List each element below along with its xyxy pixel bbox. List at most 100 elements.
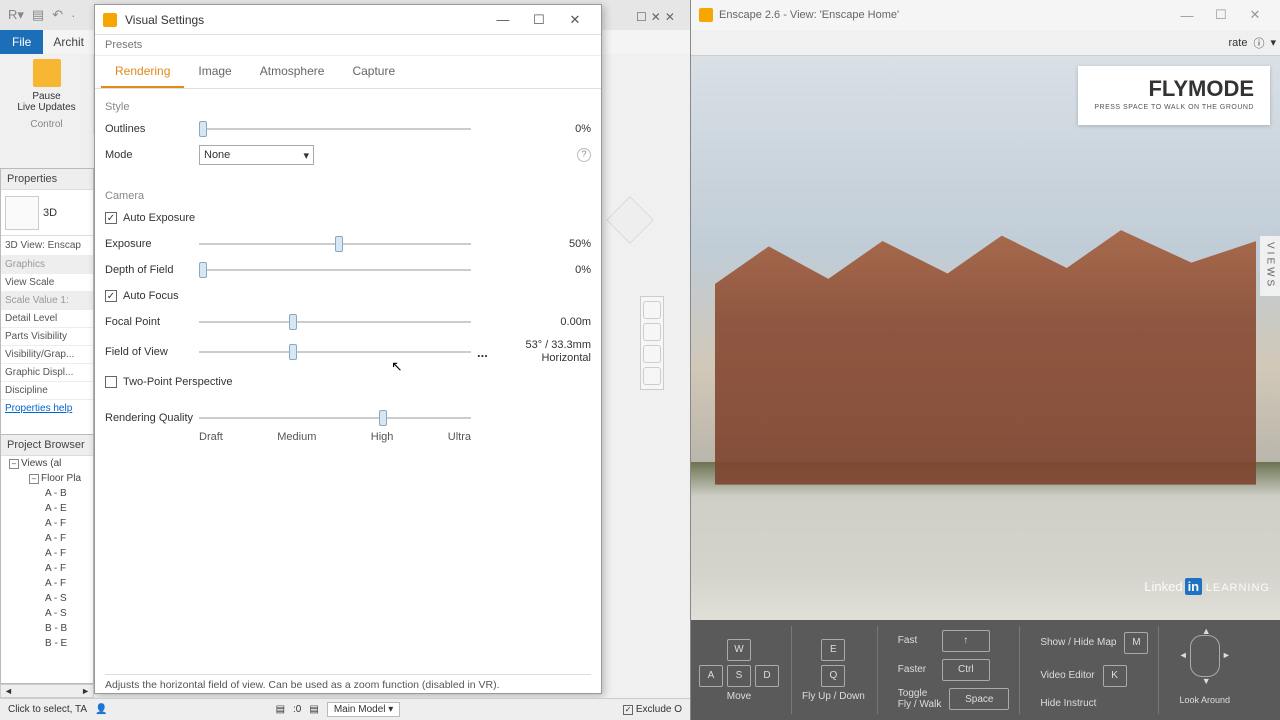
- focal-label: Focal Point: [105, 316, 199, 328]
- tree-item[interactable]: A - F: [1, 561, 93, 576]
- outlines-slider[interactable]: [199, 121, 471, 137]
- qat-icon[interactable]: ▤: [32, 7, 44, 23]
- minimize-button[interactable]: —: [1170, 8, 1204, 23]
- properties-help-link[interactable]: Properties help: [1, 400, 93, 417]
- prop-row[interactable]: Detail Level: [1, 310, 93, 328]
- qat-icon[interactable]: ·: [71, 8, 75, 23]
- tree-root[interactable]: –Views (al: [1, 456, 93, 471]
- nav-bar: [640, 296, 664, 390]
- tree-item[interactable]: A - S: [1, 591, 93, 606]
- nav-pan-icon[interactable]: [643, 323, 661, 341]
- exposure-slider[interactable]: [199, 236, 471, 252]
- tab-atmosphere[interactable]: Atmosphere: [246, 56, 339, 88]
- key-s: S: [727, 665, 751, 687]
- vs-statusbar: Adjusts the horizontal field of view. Ca…: [105, 674, 591, 691]
- tree-item[interactable]: B - B: [1, 621, 93, 636]
- move-keys: W A S D Move: [699, 626, 792, 714]
- tree-item[interactable]: A - F: [1, 531, 93, 546]
- tab-capture[interactable]: Capture: [338, 56, 409, 88]
- nav-zoom-icon[interactable]: [643, 345, 661, 363]
- auto-focus-checkbox[interactable]: ✓: [105, 290, 117, 302]
- tab-image[interactable]: Image: [184, 56, 245, 88]
- view-thumb-icon: [5, 196, 39, 230]
- maximize-button[interactable]: ☐: [521, 8, 557, 32]
- maximize-button[interactable]: ☐: [1204, 7, 1238, 23]
- vs-body: Style Outlines 0% Mode None▾ ? Camera ✓ …: [95, 89, 601, 447]
- viewcube[interactable]: [606, 196, 654, 244]
- enscape-viewport[interactable]: FLYMODE PRESS SPACE TO WALK ON THE GROUN…: [691, 56, 1280, 620]
- depth-label: Depth of Field: [105, 264, 199, 276]
- quality-tick-labels: Draft Medium High Ultra: [199, 431, 471, 443]
- exclude-checkbox[interactable]: ✓: [623, 705, 633, 715]
- depth-slider[interactable]: [199, 262, 471, 278]
- file-menu[interactable]: File: [0, 30, 43, 54]
- exclude-label: Exclude O: [636, 704, 682, 715]
- status-icon[interactable]: 👤: [95, 704, 107, 715]
- key-q: Q: [821, 665, 845, 687]
- auto-exposure-checkbox[interactable]: ✓: [105, 212, 117, 224]
- prop-row[interactable]: Graphic Displ...: [1, 364, 93, 382]
- tree-item[interactable]: B - E: [1, 636, 93, 651]
- doc-tab-close-icon[interactable]: ✕: [665, 10, 675, 24]
- enscape-icon: [103, 13, 117, 27]
- fov-slider[interactable]: [199, 344, 471, 360]
- doc-tab-close-icon[interactable]: ☐: [636, 10, 647, 24]
- ribbon-tab-architecture[interactable]: Archit: [43, 30, 94, 54]
- qat-icon[interactable]: ↶: [52, 7, 63, 23]
- status-icon[interactable]: ▤: [276, 704, 285, 715]
- two-point-checkbox[interactable]: [105, 376, 117, 388]
- tree-item[interactable]: A - B: [1, 486, 93, 501]
- nav-wheel-icon[interactable]: [643, 301, 661, 319]
- quality-slider[interactable]: [199, 410, 471, 426]
- row-auto-exposure: ✓ Auto Exposure: [105, 205, 591, 231]
- focal-slider[interactable]: [199, 314, 471, 330]
- toolbar-item[interactable]: rate: [1229, 37, 1248, 49]
- key-ctrl: Ctrl: [942, 659, 990, 681]
- tab-rendering[interactable]: Rendering: [101, 56, 184, 88]
- key-d: D: [755, 665, 779, 687]
- view-name[interactable]: 3D View: Enscap: [1, 236, 93, 256]
- row-two-point: Two-Point Perspective: [105, 369, 591, 395]
- prop-row[interactable]: Discipline: [1, 382, 93, 400]
- minimize-button[interactable]: —: [485, 8, 521, 31]
- prop-row: Scale Value 1:: [1, 292, 93, 310]
- enscape-window: Enscape 2.6 - View: 'Enscape Home' — ☐ ✕…: [690, 0, 1280, 720]
- enscape-titlebar[interactable]: Enscape 2.6 - View: 'Enscape Home' — ☐ ✕: [691, 0, 1280, 30]
- prop-row[interactable]: Parts Visibility: [1, 328, 93, 346]
- close-button[interactable]: ✕: [557, 8, 593, 32]
- mode-label: Mode: [105, 149, 199, 161]
- row-quality: Rendering Quality: [105, 405, 591, 431]
- toolbar-menu-icon[interactable]: ▾: [1270, 36, 1276, 49]
- tree-item[interactable]: A - E: [1, 501, 93, 516]
- pause-icon[interactable]: [33, 59, 61, 87]
- help-icon[interactable]: ?: [577, 148, 591, 162]
- tree-item[interactable]: A - F: [1, 516, 93, 531]
- fov-ellipsis[interactable]: ...: [477, 345, 488, 360]
- row-outlines: Outlines 0%: [105, 116, 591, 142]
- doc-tab-close-icon[interactable]: ✕: [651, 10, 661, 24]
- close-button[interactable]: ✕: [1238, 7, 1272, 23]
- status-icon[interactable]: ▤: [309, 704, 318, 715]
- outlines-label: Outlines: [105, 123, 199, 135]
- presets-label[interactable]: Presets: [95, 35, 601, 56]
- section-style: Style: [105, 101, 591, 113]
- key-a: A: [699, 665, 723, 687]
- move-label: Move: [727, 691, 751, 702]
- mode-dropdown[interactable]: None▾: [199, 145, 314, 165]
- tree-item[interactable]: A - F: [1, 576, 93, 591]
- main-model-dropdown[interactable]: Main Model ▾: [327, 702, 401, 717]
- flymode-badge: FLYMODE PRESS SPACE TO WALK ON THE GROUN…: [1078, 66, 1270, 125]
- prop-row[interactable]: View Scale: [1, 274, 93, 292]
- tree-item[interactable]: A - F: [1, 546, 93, 561]
- toolbar-help-icon[interactable]: ⓘ: [1253, 35, 1264, 51]
- hscroll[interactable]: ◄►: [0, 684, 94, 698]
- nav-orbit-icon[interactable]: [643, 367, 661, 385]
- key-w: W: [727, 639, 751, 661]
- vs-title: Visual Settings: [125, 13, 485, 27]
- tree-item[interactable]: A - S: [1, 606, 93, 621]
- views-tab[interactable]: VIEWS: [1260, 236, 1280, 296]
- tree-floor-plans[interactable]: –Floor Pla: [1, 471, 93, 486]
- prop-row[interactable]: Visibility/Grap...: [1, 346, 93, 364]
- revit-logo-icon: R▾: [8, 7, 24, 23]
- vs-titlebar[interactable]: Visual Settings — ☐ ✕: [95, 5, 601, 35]
